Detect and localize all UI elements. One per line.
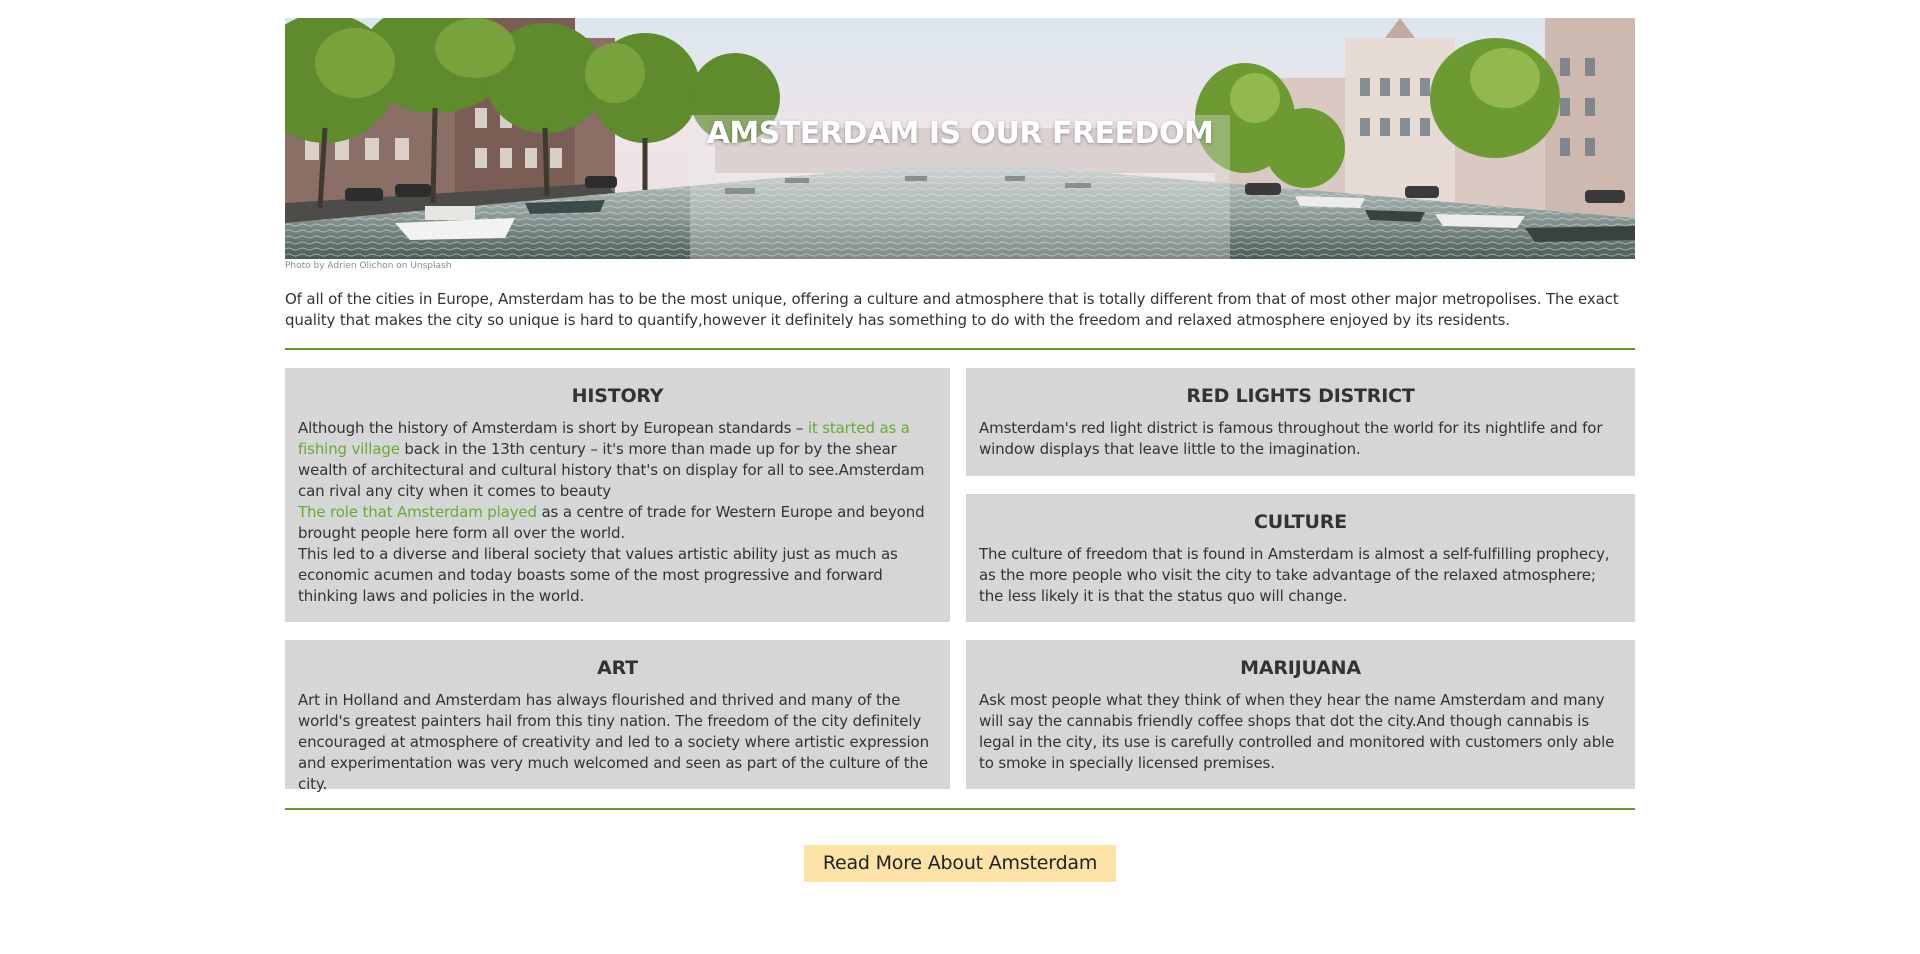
button-wrapper: Read More About Amsterdam [285,845,1635,882]
divider-bottom [285,808,1635,810]
red-lights-body: Amsterdam's red light district is famous… [979,419,1603,458]
left-column: HISTORY Although the history of Amsterda… [285,368,950,622]
page: AMSTERDAM IS OUR FREEDOM Photo by Adrien… [285,0,1635,882]
content-row-2: ART Art in Holland and Amsterdam has alw… [285,640,1635,793]
art-card: ART Art in Holland and Amsterdam has alw… [285,640,950,793]
history-text-4: This led to a diverse and liberal societ… [298,545,898,605]
history-text-1: Although the history of Amsterdam is sho… [298,419,808,437]
intro-paragraph: Of all of the cities in Europe, Amsterda… [285,290,1619,329]
read-more-button[interactable]: Read More About Amsterdam [803,845,1117,882]
hero-title: AMSTERDAM IS OUR FREEDOM [706,116,1214,151]
divider-top [285,348,1635,350]
content-row-1: HISTORY Although the history of Amsterda… [285,368,1635,622]
culture-body: The culture of freedom that is found in … [979,545,1610,605]
right-column-2: MARIJUANA Ask most people what they thin… [966,640,1635,789]
history-body: Although the history of Amsterdam is sho… [298,418,937,607]
red-lights-title: RED LIGHTS DISTRICT [1186,385,1415,407]
red-lights-card: RED LIGHTS DISTRICT Amsterdam's red ligh… [966,368,1635,476]
marijuana-body: Ask most people what they think of when … [979,691,1615,772]
history-title: HISTORY [571,385,664,407]
right-column: RED LIGHTS DISTRICT Amsterdam's red ligh… [966,368,1635,622]
marijuana-card: MARIJUANA Ask most people what they thin… [966,640,1635,789]
left-column-2: ART Art in Holland and Amsterdam has alw… [285,640,950,793]
photo-credit: Photo by Adrien Olichon on Unsplash [285,261,452,271]
marijuana-title: MARIJUANA [1240,657,1361,679]
art-title: ART [597,657,638,679]
role-amsterdam-link[interactable]: The role that Amsterdam played [298,503,537,521]
history-card: HISTORY Although the history of Amsterda… [285,368,950,622]
culture-card: CULTURE The culture of freedom that is f… [966,494,1635,622]
culture-title: CULTURE [1254,511,1347,533]
hero-banner: AMSTERDAM IS OUR FREEDOM [285,18,1635,259]
art-body: Art in Holland and Amsterdam has always … [298,691,929,793]
